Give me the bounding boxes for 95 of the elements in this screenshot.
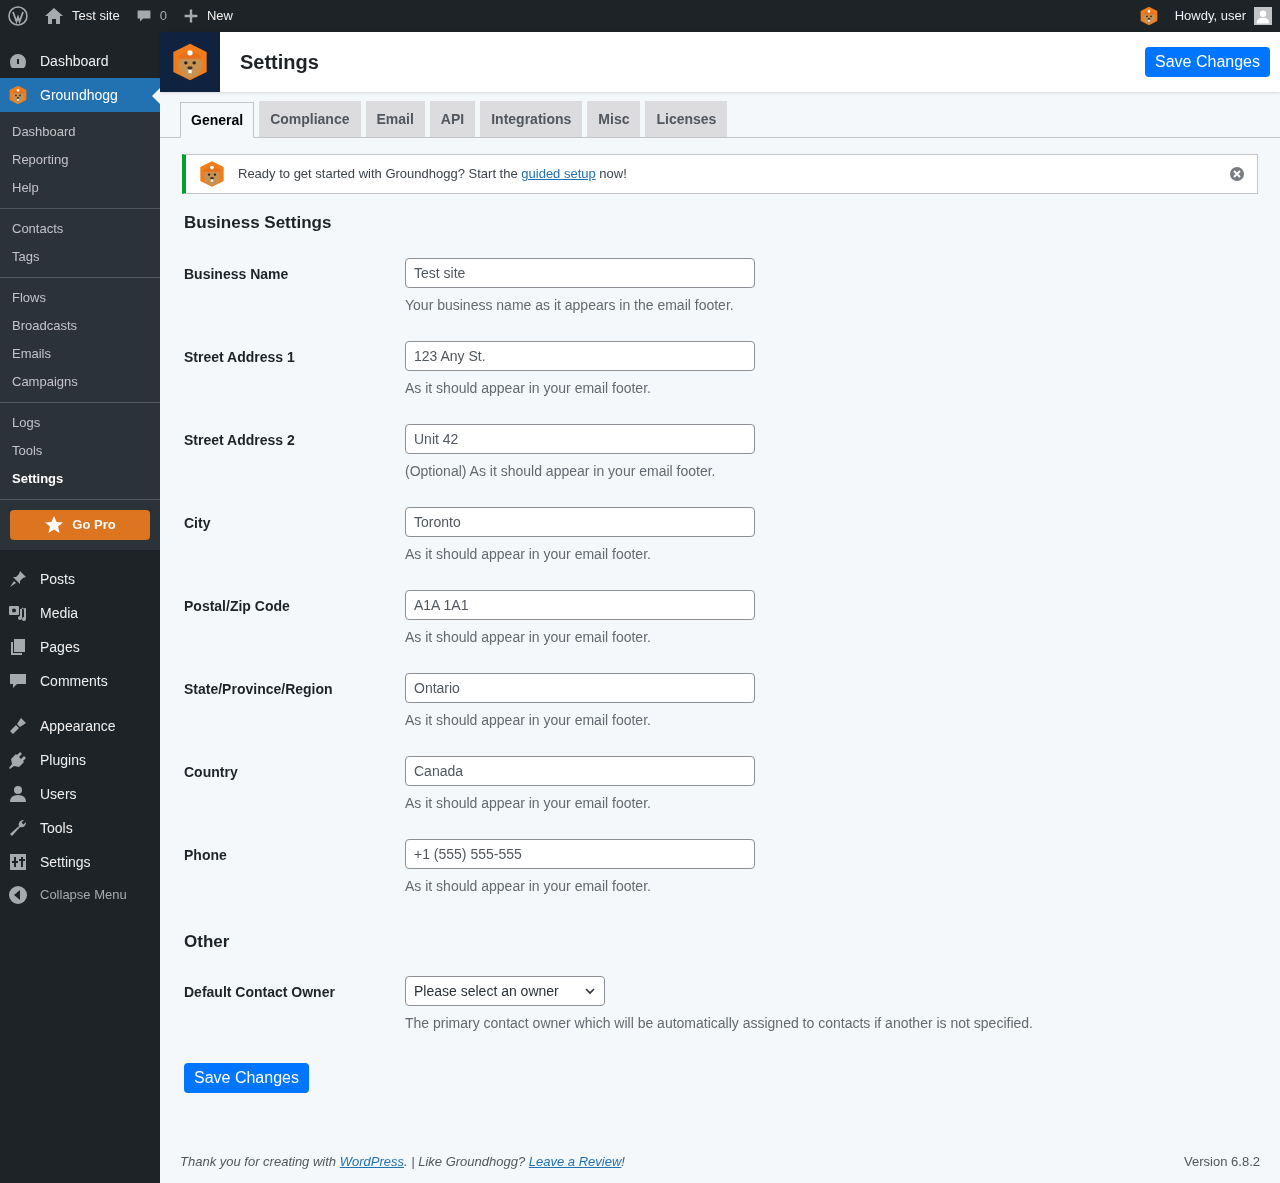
comments-link[interactable]: 0: [127, 6, 175, 26]
comment-icon: [135, 8, 152, 24]
section-heading: Other: [184, 930, 231, 953]
field-label: Phone: [184, 845, 228, 865]
user-icon: [8, 784, 28, 804]
dashboard-icon: [8, 51, 28, 71]
field-label: Default Contact Owner: [184, 983, 336, 1002]
settings-tab[interactable]: Integrations: [480, 101, 583, 137]
text-input[interactable]: Canada: [405, 755, 755, 786]
submenu-item[interactable]: Dashboard: [0, 118, 160, 146]
submenu-item[interactable]: Broadcasts: [0, 312, 160, 340]
settings-tab[interactable]: Email: [365, 101, 425, 137]
wordpress-link[interactable]: WordPress: [339, 1153, 404, 1169]
submenu-item[interactable]: Reporting: [0, 146, 160, 174]
pin-icon: [8, 569, 28, 589]
field-description: As it should appear in your email footer.: [405, 378, 652, 398]
settings-tab[interactable]: API: [429, 101, 476, 137]
menu-item[interactable]: Media: [0, 596, 160, 630]
text-input[interactable]: +1 (555) 555-555: [405, 838, 755, 869]
chevron-down-icon: [584, 985, 596, 997]
section-heading: Business Settings: [184, 212, 333, 234]
new-link[interactable]: New: [174, 6, 241, 26]
save-changes-button[interactable]: Save Changes: [1145, 47, 1270, 77]
plus-icon: [182, 8, 199, 24]
field-label: Country: [184, 762, 239, 782]
submenu-item[interactable]: Flows: [0, 284, 160, 312]
notice-text: Ready to get started with Groundhogg? Start the guided setup now!: [238, 165, 627, 184]
field-description: Your business name as it appears in the email footer.: [405, 295, 735, 315]
submenu-item[interactable]: Contacts: [0, 215, 160, 243]
field-label: Postal/Zip Code: [184, 596, 291, 616]
field-label: Street Address 1: [184, 347, 296, 367]
page-title: Settings: [240, 50, 319, 75]
field-label: Street Address 2: [184, 430, 296, 450]
wrench-icon: [8, 818, 28, 838]
review-link[interactable]: Leave a Review: [528, 1153, 622, 1169]
field-description: As it should appear in your email footer.: [405, 544, 652, 564]
home-icon: [44, 6, 64, 26]
menu-item[interactable]: Appearance: [0, 709, 160, 743]
text-input[interactable]: Ontario: [405, 672, 755, 703]
menu-item[interactable]: Dashboard: [0, 44, 160, 78]
mascot-icon: [198, 160, 226, 188]
settings-tab[interactable]: General: [180, 102, 255, 138]
text-input[interactable]: 123 Any St.: [405, 340, 755, 371]
field-description: As it should appear in your email footer.: [405, 876, 652, 896]
brush-icon: [8, 716, 28, 736]
menu-item[interactable]: Posts: [0, 562, 160, 596]
submenu-item[interactable]: Campaigns: [0, 368, 160, 396]
field-description: (Optional) As it should appear in your email footer.: [405, 461, 717, 481]
groundhog-logo-icon: [170, 42, 210, 82]
text-input[interactable]: Toronto: [405, 506, 755, 537]
menu-item[interactable]: Settings: [0, 845, 160, 879]
groundhog-icon: [8, 85, 28, 105]
comment-icon: [8, 671, 28, 691]
settings-tab[interactable]: Licenses: [645, 101, 728, 137]
field-description: As it should appear in your email footer.: [405, 627, 652, 647]
submenu-item[interactable]: Help: [0, 174, 160, 202]
collapse-menu-button[interactable]: Collapse Menu: [0, 879, 160, 911]
owner-dropdown[interactable]: Please select an owner: [405, 976, 605, 1006]
text-input[interactable]: Test site: [405, 257, 755, 288]
save-changes-button[interactable]: Save Changes: [184, 1063, 309, 1093]
menu-item[interactable]: Pages: [0, 630, 160, 664]
mascot-icon: [1138, 6, 1159, 26]
collapse-icon: [8, 885, 28, 905]
avatar-icon: [1254, 7, 1272, 25]
settings-tab[interactable]: Compliance: [259, 101, 361, 137]
sliders-icon: [8, 852, 28, 872]
submenu-item[interactable]: Logs: [0, 409, 160, 437]
field-label: City: [184, 513, 212, 533]
menu-item[interactable]: Tools: [0, 811, 160, 845]
field-description: The primary contact owner which will be automatically assigned to contacts if another is not specified.: [405, 1014, 1033, 1033]
version-text: Version 6.8.2: [1184, 1152, 1260, 1171]
account-link[interactable]: Howdy, user: [1174, 6, 1280, 26]
star-icon: [44, 515, 65, 535]
pages-icon: [8, 637, 28, 657]
site-link[interactable]: Test site: [36, 6, 128, 26]
menu-item[interactable]: Users: [0, 777, 160, 811]
text-input[interactable]: Unit 42: [405, 423, 755, 454]
footer-text: Thank you for creating with WordPress. | Like Groundhogg? Leave a Review!: [180, 1152, 625, 1171]
text-input[interactable]: A1A 1A1: [405, 589, 755, 620]
menu-item[interactable]: Plugins: [0, 743, 160, 777]
menu-item[interactable]: Comments: [0, 664, 160, 698]
close-icon[interactable]: [1229, 166, 1245, 182]
menu-item[interactable]: Groundhogg: [0, 78, 160, 112]
field-description: As it should appear in your email footer.: [405, 710, 652, 730]
field-label: State/Province/Region: [184, 679, 334, 699]
submenu-item[interactable]: Settings: [0, 465, 160, 493]
guided-setup-link[interactable]: guided setup: [521, 166, 596, 182]
submenu-item[interactable]: Emails: [0, 340, 160, 368]
plug-icon: [8, 750, 28, 770]
media-icon: [8, 603, 28, 623]
settings-tab[interactable]: Misc: [587, 101, 641, 137]
submenu-item[interactable]: Tags: [0, 243, 160, 271]
field-description: As it should appear in your email footer.: [405, 793, 652, 813]
field-label: Business Name: [184, 264, 290, 284]
submenu-item[interactable]: Tools: [0, 437, 160, 465]
